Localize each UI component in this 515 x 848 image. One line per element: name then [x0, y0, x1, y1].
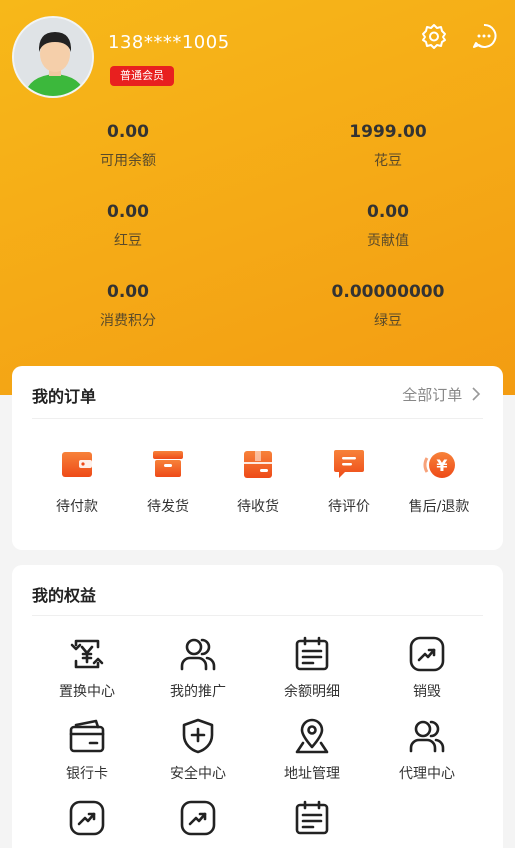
- benefit-security-center[interactable]: 安全中心: [143, 717, 253, 783]
- order-pending-shipment[interactable]: 待发货: [123, 446, 213, 516]
- chevron-right-icon: [467, 386, 481, 404]
- order-label: 待收货: [237, 499, 279, 515]
- benefit-label: 银行卡: [66, 766, 108, 782]
- refund-icon: ¥: [421, 446, 457, 482]
- order-pending-review[interactable]: 待评价: [304, 446, 394, 516]
- member-badge: 普通会员: [110, 66, 174, 86]
- benefit-destroy[interactable]: 销毁: [372, 635, 482, 701]
- order-label: 待评价: [328, 499, 370, 515]
- orders-title: 我的订单: [32, 387, 97, 406]
- benefit-label: 置换中心: [59, 684, 115, 700]
- profile-header: 138****1005 普通会员 0.00 可用余额 1999.00 花豆 0.…: [0, 0, 515, 395]
- stat-consumption-points[interactable]: 0.00 消费积分: [28, 282, 228, 330]
- stat-available-balance[interactable]: 0.00 可用余额: [28, 122, 228, 170]
- order-label: 售后/退款: [408, 499, 470, 515]
- stat-lv-dou[interactable]: 0.00000000 绿豆: [288, 282, 488, 330]
- benefit-item[interactable]: [32, 799, 142, 845]
- benefit-bank-card[interactable]: 银行卡: [32, 717, 142, 783]
- exchange-icon: [68, 635, 106, 673]
- package-icon: [240, 446, 276, 482]
- stat-label: 可用余额: [100, 153, 156, 169]
- benefit-agent-center[interactable]: 代理中心: [372, 717, 482, 783]
- benefit-label: 安全中心: [170, 766, 226, 782]
- benefit-label: 地址管理: [284, 766, 340, 782]
- calendar-icon: [293, 635, 331, 673]
- benefits-card: 我的权益 置换中心 我的推广 余额明细 销毁 银行卡 安全中心 地址管理 代理中…: [12, 565, 503, 848]
- benefit-label: 我的推广: [170, 684, 226, 700]
- stat-hua-dou[interactable]: 1999.00 花豆: [288, 122, 488, 170]
- stat-label: 红豆: [114, 233, 142, 249]
- comment-icon: [331, 446, 367, 482]
- benefit-label: 代理中心: [399, 766, 455, 782]
- stat-label: 绿豆: [374, 313, 402, 329]
- stat-label: 贡献值: [367, 233, 409, 249]
- trend-icon: [408, 635, 446, 673]
- all-orders-link[interactable]: 全部订单: [402, 384, 481, 405]
- stat-hong-dou[interactable]: 0.00 红豆: [28, 202, 228, 250]
- stat-value: 1999.00: [349, 122, 427, 142]
- benefit-address-management[interactable]: 地址管理: [257, 717, 367, 783]
- benefit-balance-detail[interactable]: 余额明细: [257, 635, 367, 701]
- benefit-my-promotion[interactable]: 我的推广: [143, 635, 253, 701]
- calendar-icon: [293, 799, 331, 837]
- benefits-title: 我的权益: [32, 586, 97, 605]
- trend-icon: [179, 799, 217, 837]
- stat-value: 0.00: [367, 202, 409, 222]
- all-orders-label: 全部订单: [402, 386, 463, 404]
- settings-icon[interactable]: [420, 22, 448, 50]
- users-icon: [408, 717, 446, 755]
- stat-value: 0.00: [107, 282, 149, 302]
- order-pending-payment[interactable]: 待付款: [32, 446, 122, 516]
- benefit-label: 余额明细: [284, 684, 340, 700]
- location-icon: [293, 717, 331, 755]
- box-icon: [150, 446, 186, 482]
- trend-icon: [68, 799, 106, 837]
- stat-value: 0.00: [107, 122, 149, 142]
- order-label: 待发货: [147, 499, 189, 515]
- stat-label: 花豆: [374, 153, 402, 169]
- stat-label: 消费积分: [100, 313, 156, 329]
- stat-contribution[interactable]: 0.00 贡献值: [288, 202, 488, 250]
- benefit-item[interactable]: [143, 799, 253, 845]
- users-icon: [179, 635, 217, 673]
- wallet-icon: [59, 446, 95, 482]
- stat-value: 0.00: [107, 202, 149, 222]
- order-label: 待付款: [56, 499, 98, 515]
- stat-value: 0.00000000: [331, 282, 445, 302]
- divider: [32, 615, 483, 616]
- avatar-image: [14, 18, 92, 96]
- svg-text:¥: ¥: [436, 456, 447, 475]
- avatar[interactable]: [12, 16, 94, 98]
- order-after-sales[interactable]: ¥ 售后/退款: [394, 446, 484, 516]
- shield-icon: [179, 717, 217, 755]
- divider: [32, 418, 483, 419]
- orders-card: 我的订单 全部订单 待付款 待发货 待收货 待评价 ¥ 售后/退款: [12, 366, 503, 550]
- benefit-item[interactable]: [257, 799, 367, 845]
- benefit-exchange-center[interactable]: 置换中心: [32, 635, 142, 701]
- order-pending-receipt[interactable]: 待收货: [213, 446, 303, 516]
- bank-card-icon: [68, 717, 106, 755]
- benefit-label: 销毁: [413, 684, 441, 700]
- user-phone: 138****1005: [108, 32, 230, 53]
- message-icon[interactable]: [470, 22, 498, 50]
